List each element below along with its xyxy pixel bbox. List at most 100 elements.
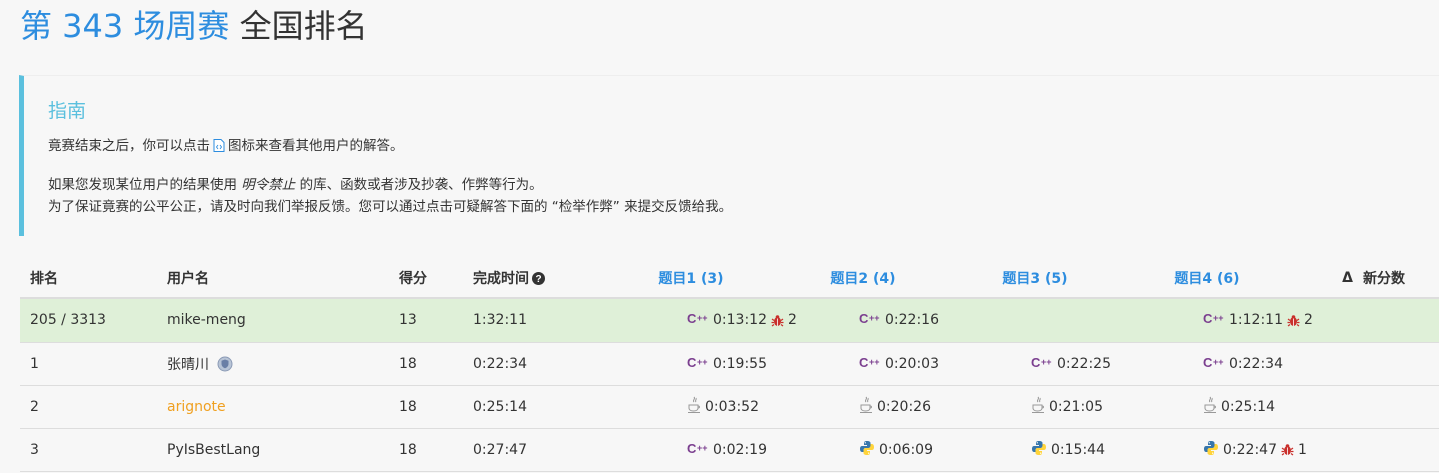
solution-entry[interactable]: 0:20:26: [859, 396, 931, 418]
java-lang-icon[interactable]: [1031, 396, 1045, 418]
solve-time: 0:02:19: [713, 441, 767, 458]
svg-text:++: ++: [697, 443, 708, 453]
svg-text:C: C: [687, 311, 697, 325]
header-user: 用户名: [157, 258, 389, 299]
solve-time: 0:19:55: [713, 355, 767, 372]
score-cell: 13: [389, 298, 463, 343]
cpp-lang-icon[interactable]: C ++: [687, 355, 709, 373]
user-cell: mike-meng: [157, 298, 389, 343]
solution-entry[interactable]: C ++ 0:19:55: [687, 355, 767, 373]
cpp-lang-icon[interactable]: C ++: [1203, 311, 1225, 329]
solution-entry[interactable]: C ++ 0:22:16: [859, 311, 939, 329]
user-cell: 张晴川: [157, 342, 389, 386]
svg-text:C: C: [859, 355, 869, 369]
solution-entry[interactable]: 0:22:47 1: [1203, 440, 1307, 460]
finish-time-cell: 0:22:34: [463, 342, 605, 386]
python-lang-icon[interactable]: [1203, 440, 1219, 460]
svg-text:++: ++: [869, 313, 880, 323]
solution-entry[interactable]: 0:03:52: [687, 396, 759, 418]
cpp-lang-icon[interactable]: C ++: [859, 311, 881, 329]
header-q1[interactable]: 题目1 (3): [605, 258, 777, 299]
user-cell: arignote: [157, 385, 389, 429]
solution-entry[interactable]: 0:25:14: [1203, 396, 1275, 418]
header-q3[interactable]: 题目3 (5): [949, 258, 1121, 299]
ranking-table: 排名 用户名 得分 完成时间? 题目1 (3) 题目2 (4) 题目3 (5) …: [20, 258, 1439, 472]
problem-cell-q4: C ++ 1:12:11 2: [1121, 298, 1313, 343]
guide-paragraph-3: 为了保证竟赛的公平公正，请及时向我们举报反馈。您可以通过点击可疑解答下面的 “检…: [48, 199, 733, 215]
problem-cell-q1: 0:03:52: [605, 385, 777, 429]
table-row: 1 张晴川 18 0:22:34 C ++ 0:19:55 C ++ 0:20:03 C ++ 0:22…: [20, 342, 1439, 386]
solve-time: 0:20:26: [877, 398, 931, 415]
solve-time: 0:25:14: [1221, 398, 1275, 415]
solution-entry[interactable]: 0:21:05: [1031, 396, 1103, 418]
user-cell: PyIsBestLang: [157, 428, 389, 472]
finish-time-cell: 0:27:47: [463, 428, 605, 472]
solution-entry[interactable]: C ++ 0:22:25: [1031, 355, 1111, 373]
wrong-submission-count: 2: [1303, 312, 1313, 329]
user-link[interactable]: 张晴川: [167, 357, 209, 373]
user-link[interactable]: arignote: [167, 399, 226, 415]
svg-text:C: C: [859, 311, 869, 325]
problem-cell-q3: [949, 298, 1121, 343]
solution-entry[interactable]: C ++ 0:02:19: [687, 441, 767, 459]
rank-cell: 205 / 3313: [20, 298, 157, 343]
table-row: 2 arignote 18 0:25:14 0:03:52 0:20:26 0:21:05 0…: [20, 385, 1439, 429]
score-cell: 18: [389, 428, 463, 472]
guide-emphasis: 明令禁止: [241, 177, 296, 193]
solution-entry[interactable]: 0:06:09: [859, 440, 933, 460]
solution-entry[interactable]: 0:15:44: [1031, 440, 1105, 460]
table-row-self: 205 / 3313mike-meng131:32:11C++0:13:122C…: [20, 298, 1439, 343]
guide-text: 如果您发现某位用户的结果使用: [48, 177, 237, 193]
delta-cell: [1293, 342, 1363, 386]
solve-time: 0:13:12: [713, 312, 767, 329]
wrong-submission-count: 1: [1297, 441, 1307, 458]
problem-cell-q2: C ++ 0:20:03: [777, 342, 949, 386]
solve-time: 0:22:34: [1229, 355, 1283, 372]
cpp-lang-icon[interactable]: C ++: [687, 311, 709, 329]
python-lang-icon[interactable]: [1031, 440, 1047, 460]
solution-entry[interactable]: C ++ 1:12:11 2: [1203, 311, 1313, 329]
question-circle-icon[interactable]: ?: [532, 271, 545, 285]
solve-time: 0:03:52: [705, 398, 759, 415]
problem-cell-q3: C ++ 0:22:25: [949, 342, 1121, 386]
cpp-lang-icon[interactable]: C ++: [859, 355, 881, 373]
svg-text:++: ++: [1213, 357, 1224, 367]
solve-time: 0:22:16: [885, 312, 939, 329]
header-q4[interactable]: 题目4 (6): [1121, 258, 1293, 299]
svg-text:++: ++: [869, 357, 880, 367]
shield-badge-icon: [217, 356, 233, 372]
problem-cell-q3: 0:21:05: [949, 385, 1121, 429]
rank-cell: 3: [20, 428, 157, 472]
solution-entry[interactable]: C ++ 0:22:34: [1203, 355, 1283, 373]
cpp-lang-icon[interactable]: C ++: [1203, 355, 1225, 373]
newscore-cell: [1363, 298, 1439, 343]
header-delta: Δ: [1293, 258, 1363, 299]
solve-time: 1:12:11: [1229, 312, 1283, 329]
python-lang-icon[interactable]: [859, 440, 875, 460]
score-cell: 18: [389, 342, 463, 386]
cpp-lang-icon[interactable]: C ++: [1031, 355, 1053, 373]
solve-time: 0:06:09: [879, 441, 933, 458]
finish-time-cell: 1:32:11: [463, 298, 605, 343]
user-link[interactable]: PyIsBestLang: [167, 442, 260, 458]
newscore-cell: [1363, 342, 1439, 386]
java-lang-icon[interactable]: [687, 396, 701, 418]
contest-link[interactable]: 第 343 场周赛: [20, 7, 229, 45]
java-lang-icon[interactable]: [859, 396, 873, 418]
svg-text:?: ?: [535, 274, 541, 285]
problem-cell-q2: 0:06:09: [777, 428, 949, 472]
delta-cell: [1293, 385, 1363, 429]
bug-icon: [1281, 443, 1294, 456]
user-link[interactable]: mike-meng: [167, 312, 246, 328]
java-lang-icon[interactable]: [1203, 396, 1217, 418]
guide-text: 竟赛结束之后，你可以点击: [48, 138, 210, 154]
problem-cell-q1: C ++ 0:19:55: [605, 342, 777, 386]
solve-time: 0:21:05: [1049, 398, 1103, 415]
problem-cell-q4: 0:25:14: [1121, 385, 1293, 429]
header-rank: 排名: [20, 258, 157, 299]
solution-entry[interactable]: C ++ 0:20:03: [859, 355, 939, 373]
header-score: 得分: [389, 258, 463, 299]
header-q2[interactable]: 题目2 (4): [777, 258, 949, 299]
cpp-lang-icon[interactable]: C ++: [687, 441, 709, 459]
problem-cell-q2: C ++ 0:22:16: [777, 298, 949, 343]
